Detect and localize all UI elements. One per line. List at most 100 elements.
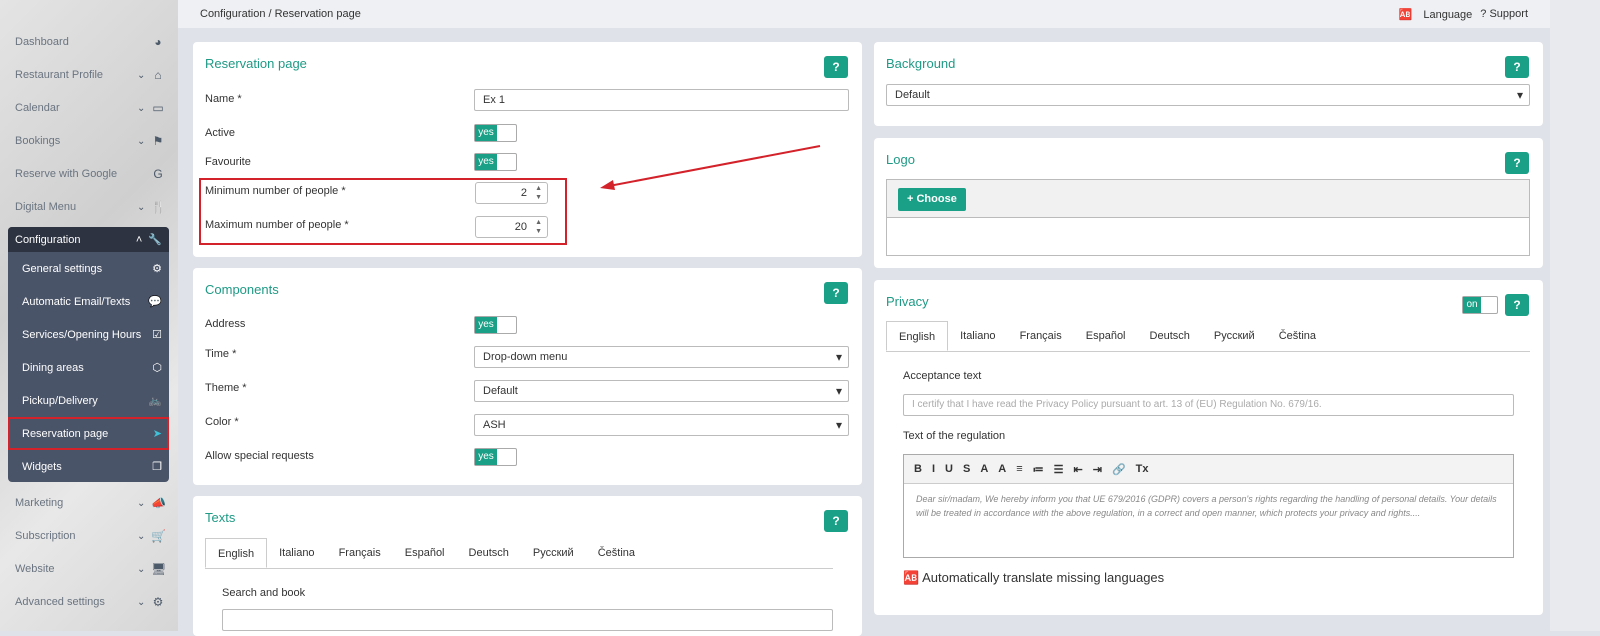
sidebar-subitem-widgets[interactable]: Widgets ❐ xyxy=(8,450,169,483)
menu-icon: ☑ xyxy=(152,329,162,341)
regulation-editor[interactable]: B I U S A A ≡ ≔ ☰ ⇤ ⇥ 🔗 Tx Dear sir/madam, We hereby… xyxy=(903,454,1514,558)
sidebar-item-dashboard[interactable]: Dashboard ◕ xyxy=(15,32,165,52)
tab-language[interactable]: English xyxy=(205,538,268,568)
tab-language[interactable]: Deutsch xyxy=(457,538,521,568)
logo-upload-area: + Choose xyxy=(886,179,1530,256)
help-button[interactable]: ? xyxy=(824,56,848,78)
auto-translate-checkbox[interactable]: 🆎 Automatically translate missing langua… xyxy=(903,570,1164,586)
components-card: Components ? Address yes Time * Drop-dow… xyxy=(193,268,862,485)
regulation-text[interactable]: Dear sir/madam, We hereby inform you tha… xyxy=(904,484,1513,528)
editor-tool-button[interactable]: ≡ xyxy=(1016,463,1022,475)
active-toggle[interactable]: yes xyxy=(474,124,517,142)
help-button[interactable]: ? xyxy=(1505,56,1529,78)
sidebar-item-restaurant-profile[interactable]: Restaurant Profile ⌄ ⌂ xyxy=(15,65,165,85)
special-requests-toggle[interactable]: yes xyxy=(474,448,517,466)
help-button[interactable]: ? xyxy=(824,282,848,304)
address-toggle[interactable]: yes xyxy=(474,316,517,334)
favourite-toggle[interactable]: yes xyxy=(474,153,517,171)
tab-language[interactable]: Русский xyxy=(521,538,586,568)
sidebar-subitem-general-settings[interactable]: General settings ⚙ xyxy=(8,252,169,285)
tab-language[interactable]: Čeština xyxy=(1267,321,1328,351)
editor-tool-button[interactable]: ≔ xyxy=(1033,463,1044,476)
menu-icon: 💬 xyxy=(148,296,162,308)
tab-language[interactable]: Español xyxy=(393,538,457,568)
sidebar-item-subscription[interactable]: Subscription ⌄ 🛒 xyxy=(15,526,166,546)
chevron-up-icon: ˄ xyxy=(135,233,143,246)
sidebar-subitem-dining-areas[interactable]: Dining areas ⬡ xyxy=(8,351,169,384)
tab-language[interactable]: Italiano xyxy=(948,321,1007,351)
utensils-icon: 🍴 xyxy=(151,200,166,214)
tab-language[interactable]: Italiano xyxy=(267,538,326,568)
google-icon: G xyxy=(153,167,163,181)
special-requests-label: Allow special requests xyxy=(205,450,314,462)
annotation-arrow xyxy=(600,145,821,190)
sidebar-subitem-services-opening-hours[interactable]: Services/Opening Hours ☑ xyxy=(8,318,169,351)
chevron-down-icon: ⌄ xyxy=(137,69,146,81)
name-input[interactable]: Ex 1 xyxy=(474,89,849,111)
theme-label: Theme * xyxy=(205,382,247,394)
menu-icon: 📣 xyxy=(151,496,166,510)
color-select[interactable]: ASH xyxy=(474,414,849,436)
menu-icon: 🖥 xyxy=(151,562,167,576)
breadcrumb: Configuration / Reservation page xyxy=(200,8,361,20)
tab-language[interactable]: Čeština xyxy=(586,538,647,568)
page-scrollbar[interactable] xyxy=(1550,0,1600,631)
tab-language[interactable]: Español xyxy=(1074,321,1138,351)
sidebar-subitem-pickup-delivery[interactable]: Pickup/Delivery 🚲 xyxy=(8,384,169,417)
acceptance-input[interactable]: I certify that I have read the Privacy P… xyxy=(903,394,1514,416)
menu-icon: ➤ xyxy=(152,428,162,440)
sidebar-item-marketing[interactable]: Marketing ⌄ 📣 xyxy=(15,493,166,513)
editor-tool-button[interactable]: ⇤ xyxy=(1074,463,1083,476)
sidebar-subitem-reservation-page[interactable]: Reservation page ➤ xyxy=(8,417,169,450)
sidebar-subitem-automatic-email-texts[interactable]: Automatic Email/Texts 💬 xyxy=(8,285,169,318)
tab-language[interactable]: Deutsch xyxy=(1138,321,1202,351)
menu-icon: ⚙ xyxy=(152,263,162,275)
help-button[interactable]: ? xyxy=(1505,294,1529,316)
editor-tool-button[interactable]: ⇥ xyxy=(1093,463,1102,476)
editor-tool-button[interactable]: Tx xyxy=(1136,463,1149,475)
menu-icon: 🛒 xyxy=(151,529,166,543)
search-and-book-input[interactable] xyxy=(222,609,833,631)
time-label: Time * xyxy=(205,348,237,360)
language-tabs: English Italiano Français Español Deutsch Рус… xyxy=(205,538,833,569)
sidebar-item-reserve-with-google[interactable]: Reserve with Google G xyxy=(15,164,165,184)
chevron-down-icon: ⌄ xyxy=(137,530,146,542)
editor-tool-button[interactable]: 🔗 xyxy=(1112,463,1126,476)
sidebar-item-calendar[interactable]: Calendar ⌄ ▭ xyxy=(15,98,165,118)
sidebar-item-advanced-settings[interactable]: Advanced settings ⌄ ⚙ xyxy=(15,592,165,612)
sidebar-item-configuration[interactable]: Configuration ˄ 🔧 xyxy=(8,227,169,252)
support-link[interactable]: ? Support xyxy=(1480,8,1528,20)
chevron-down-icon: ⌄ xyxy=(137,102,146,114)
tab-language[interactable]: Français xyxy=(1008,321,1074,351)
language-tabs: English Italiano Français Español Deutsch Рус… xyxy=(886,321,1530,352)
tab-language[interactable]: English xyxy=(886,321,949,351)
chevron-down-icon: ⌄ xyxy=(137,497,146,509)
card-title: Texts xyxy=(205,510,236,525)
editor-tool-button[interactable]: B xyxy=(914,463,922,475)
help-button[interactable]: ? xyxy=(824,510,848,532)
tab-language[interactable]: Français xyxy=(327,538,393,568)
theme-select[interactable]: Default xyxy=(474,380,849,402)
editor-tool-button[interactable]: A xyxy=(998,463,1006,475)
tab-language[interactable]: Русский xyxy=(1202,321,1267,351)
card-title: Privacy xyxy=(886,294,929,309)
sidebar-item-website[interactable]: Website ⌄ 🖥 xyxy=(15,559,167,579)
time-select[interactable]: Drop-down menu xyxy=(474,346,849,368)
editor-tool-button[interactable]: U xyxy=(945,463,953,475)
top-bar: Configuration / Reservation page 🆎 Langu… xyxy=(178,0,1550,28)
editor-tool-button[interactable]: S xyxy=(963,463,970,475)
editor-tool-button[interactable]: ☰ xyxy=(1054,463,1064,476)
choose-button[interactable]: + Choose xyxy=(898,188,966,211)
privacy-card: Privacy on ? English Italiano Français Espa… xyxy=(874,280,1543,615)
editor-tool-button[interactable]: A xyxy=(980,463,988,475)
help-button[interactable]: ? xyxy=(1505,152,1529,174)
editor-tool-button[interactable]: I xyxy=(932,463,935,475)
sidebar-item-digital-menu[interactable]: Digital Menu ⌄ 🍴 xyxy=(15,197,166,217)
background-select[interactable]: Default xyxy=(886,84,1530,106)
language-button[interactable]: 🆎 Language xyxy=(1399,8,1473,21)
privacy-toggle[interactable]: on xyxy=(1462,296,1498,314)
active-label: Active xyxy=(205,127,235,139)
acceptance-label: Acceptance text xyxy=(903,370,982,382)
menu-icon: ⚙ xyxy=(152,595,164,609)
sidebar-item-bookings[interactable]: Bookings ⌄ ⚑ xyxy=(15,131,165,151)
